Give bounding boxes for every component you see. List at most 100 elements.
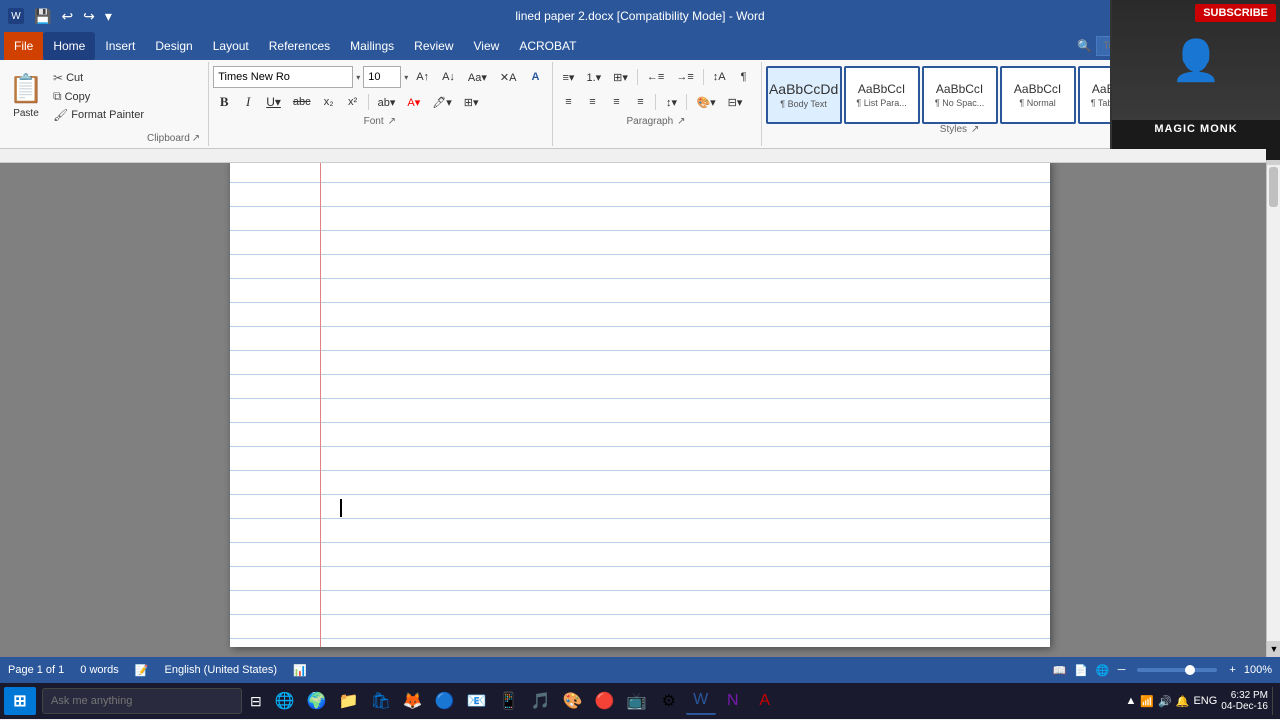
read-mode-icon[interactable]: 📖 bbox=[1053, 664, 1067, 677]
network-icon[interactable]: 📶 bbox=[1140, 695, 1154, 708]
decrease-indent-button[interactable]: ←≡ bbox=[642, 66, 669, 88]
vertical-scrollbar[interactable]: ▲ ▼ bbox=[1266, 149, 1280, 657]
tab-layout[interactable]: Layout bbox=[203, 32, 259, 60]
taskbar-search-input[interactable] bbox=[42, 688, 242, 714]
sound-icon[interactable]: 🔊 bbox=[1158, 695, 1172, 708]
font-size-input[interactable] bbox=[363, 66, 401, 88]
line-spacing-button[interactable]: ↕▾ bbox=[660, 91, 682, 113]
print-layout-icon[interactable]: 📄 bbox=[1074, 664, 1088, 677]
track-changes-icon[interactable]: 📊 bbox=[293, 664, 307, 677]
taskbar-app11-icon[interactable]: 📺 bbox=[622, 687, 652, 715]
scrollbar-thumb[interactable] bbox=[1269, 167, 1278, 207]
font-name-input[interactable] bbox=[213, 66, 353, 88]
tab-view[interactable]: View bbox=[464, 32, 510, 60]
zoom-thumb[interactable] bbox=[1185, 665, 1195, 675]
subscribe-button[interactable]: SUBSCRIBE bbox=[1195, 4, 1276, 22]
underline-button[interactable]: U▾ bbox=[261, 91, 286, 113]
font-color-button[interactable]: A▾ bbox=[402, 91, 425, 113]
clipboard-expand-icon[interactable]: ↗ bbox=[192, 133, 200, 144]
language-indicator[interactable]: ENG bbox=[1193, 695, 1217, 707]
customize-qat[interactable]: ▾ bbox=[101, 6, 116, 27]
borders-button[interactable]: ⊟▾ bbox=[723, 91, 748, 113]
taskbar-store-icon[interactable]: 🛍 bbox=[366, 687, 396, 715]
font-grow-button[interactable]: A↑ bbox=[411, 66, 434, 88]
zoom-slider[interactable] bbox=[1137, 668, 1217, 672]
tab-acrobat[interactable]: ACROBAT bbox=[509, 32, 586, 60]
taskbar-ie-icon[interactable]: 🌍 bbox=[302, 687, 332, 715]
superscript-button[interactable]: x² bbox=[342, 91, 364, 113]
taskbar-word-active[interactable]: W bbox=[686, 687, 716, 715]
text-effects-button[interactable]: A bbox=[524, 66, 546, 88]
sort-button[interactable]: ↕A bbox=[708, 66, 731, 88]
taskbar-mail-icon[interactable]: 📧 bbox=[462, 687, 492, 715]
tab-insert[interactable]: Insert bbox=[95, 32, 145, 60]
style-body-text[interactable]: AaBbCcDd ¶ Body Text bbox=[766, 66, 842, 124]
show-hidden-icon[interactable]: ▲ bbox=[1125, 695, 1136, 707]
font-expand-icon[interactable]: ↗ bbox=[388, 116, 396, 127]
tab-review[interactable]: Review bbox=[404, 32, 463, 60]
taskbar-app9-icon[interactable]: 🎨 bbox=[558, 687, 588, 715]
taskbar-chrome-icon[interactable]: 🔵 bbox=[430, 687, 460, 715]
taskbar-firefox-icon[interactable]: 🦊 bbox=[398, 687, 428, 715]
font-shrink-button[interactable]: A↓ bbox=[437, 66, 460, 88]
tab-file[interactable]: File bbox=[4, 32, 43, 60]
web-layout-icon[interactable]: 🌐 bbox=[1096, 664, 1110, 677]
redo-button[interactable]: ↪ bbox=[79, 6, 99, 27]
scroll-down-button[interactable]: ▼ bbox=[1267, 641, 1280, 657]
taskbar-app12-icon[interactable]: ⚙ bbox=[654, 687, 684, 715]
language[interactable]: English (United States) bbox=[165, 664, 278, 676]
font-size-dropdown[interactable]: ▾ bbox=[404, 73, 408, 82]
notification-icon[interactable]: 🔔 bbox=[1176, 695, 1190, 708]
cut-button[interactable]: ✂ Cut bbox=[50, 70, 147, 86]
clear-formatting-button[interactable]: ✕A bbox=[495, 66, 522, 88]
tab-home[interactable]: Home bbox=[43, 32, 95, 60]
copy-button[interactable]: ⧉ Copy bbox=[50, 88, 147, 105]
text-highlight-button[interactable]: ab▾ bbox=[373, 91, 401, 113]
document-page[interactable] bbox=[230, 159, 1050, 647]
font-name-dropdown[interactable]: ▾ bbox=[356, 73, 360, 82]
bold-button[interactable]: B bbox=[213, 91, 235, 113]
taskbar-onenote-icon[interactable]: N bbox=[718, 687, 748, 715]
show-formatting-button[interactable]: ¶ bbox=[733, 66, 755, 88]
taskbar-app10-icon[interactable]: 🔴 bbox=[590, 687, 620, 715]
style-no-space[interactable]: AaBbCcI ¶ No Spac... bbox=[922, 66, 998, 124]
italic-button[interactable]: I bbox=[237, 91, 259, 113]
align-left-button[interactable]: ≡ bbox=[557, 91, 579, 113]
show-desktop-button[interactable] bbox=[1272, 687, 1276, 715]
style-list-para[interactable]: AaBbCcI ¶ List Para... bbox=[844, 66, 920, 124]
zoom-out-button[interactable]: ─ bbox=[1118, 664, 1126, 676]
format-painter-button[interactable]: 🖌 Format Painter bbox=[50, 107, 147, 123]
shading-color-button[interactable]: 🎨▾ bbox=[691, 91, 720, 113]
clock[interactable]: 6:32 PM 04-Dec-16 bbox=[1221, 690, 1268, 712]
proofing-icon[interactable]: 📝 bbox=[135, 664, 149, 677]
align-center-button[interactable]: ≡ bbox=[581, 91, 603, 113]
taskbar-app8-icon[interactable]: 🎵 bbox=[526, 687, 556, 715]
justify-button[interactable]: ≡ bbox=[629, 91, 651, 113]
multilevel-list-button[interactable]: ⊞▾ bbox=[608, 66, 633, 88]
taskbar-edge-icon[interactable]: 🌐 bbox=[270, 687, 300, 715]
borders-btn[interactable]: ⊞▾ bbox=[459, 91, 484, 113]
change-case-button[interactable]: Aa▾ bbox=[463, 66, 492, 88]
subscript-button[interactable]: x₂ bbox=[318, 91, 340, 113]
tab-design[interactable]: Design bbox=[145, 32, 202, 60]
taskbar-acrobat-icon[interactable]: A bbox=[750, 687, 780, 715]
task-view-icon[interactable]: ⊟ bbox=[244, 693, 268, 710]
styles-expand-icon[interactable]: ↗ bbox=[971, 124, 979, 135]
increase-indent-button[interactable]: →≡ bbox=[671, 66, 698, 88]
zoom-in-button[interactable]: + bbox=[1229, 664, 1235, 676]
save-button[interactable]: 💾 bbox=[30, 6, 55, 27]
start-button[interactable]: ⊞ bbox=[4, 687, 36, 715]
undo-button[interactable]: ↩ bbox=[57, 6, 77, 27]
taskbar-app7-icon[interactable]: 📱 bbox=[494, 687, 524, 715]
style-normal[interactable]: AaBbCcI ¶ Normal bbox=[1000, 66, 1076, 124]
tab-mailings[interactable]: Mailings bbox=[340, 32, 404, 60]
align-right-button[interactable]: ≡ bbox=[605, 91, 627, 113]
paste-button[interactable]: 📋 Paste bbox=[8, 68, 44, 119]
strikethrough-button[interactable]: abc bbox=[288, 91, 316, 113]
tab-references[interactable]: References bbox=[259, 32, 340, 60]
paragraph-expand-icon[interactable]: ↗ bbox=[677, 116, 685, 127]
bullets-button[interactable]: ≡▾ bbox=[557, 66, 579, 88]
shading-button[interactable]: 🖊▾ bbox=[427, 91, 457, 113]
numbering-button[interactable]: 1.▾ bbox=[581, 66, 606, 88]
taskbar-folder-icon[interactable]: 📁 bbox=[334, 687, 364, 715]
